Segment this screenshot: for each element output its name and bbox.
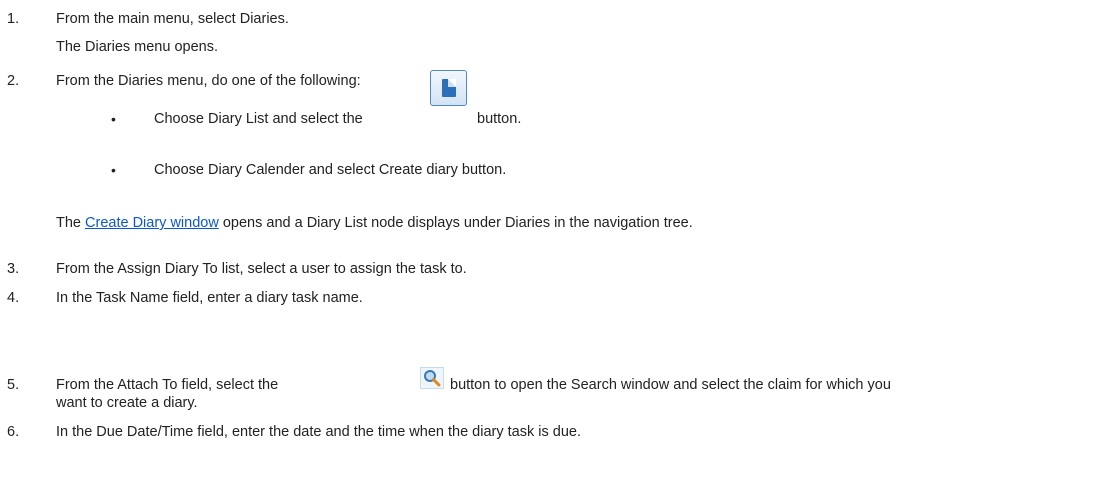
step-2-result-suffix: opens and a Diary List node displays und…	[222, 215, 693, 231]
option-1-text-after: button.	[477, 111, 522, 127]
step-5-number: 5.	[7, 377, 20, 393]
step-6-number: 6.	[7, 424, 20, 440]
step-4-number: 4.	[7, 290, 20, 306]
step-2-result: The Create Diary window opens and a Diar…	[56, 215, 693, 232]
step-2-text: From the Diaries menu, do one of the fol…	[56, 73, 361, 89]
step-2-number: 2.	[7, 73, 20, 89]
option-2-text: Choose Diary Calender and select Create …	[154, 162, 507, 178]
create-diary-window-link[interactable]: Create Diary window	[85, 215, 219, 231]
step-5-text: From the Attach To field, select the	[56, 377, 279, 393]
step-4-text: In the Task Name field, enter a diary ta…	[56, 290, 363, 306]
step-5-continuation: want to create a diary.	[56, 395, 198, 411]
step-3-text: From the Assign Diary To list, select a …	[56, 261, 467, 277]
bullet-2: •	[111, 162, 116, 178]
step-5-text-after: button to open the Search window and sel…	[450, 377, 891, 393]
document-page-shape	[442, 79, 456, 97]
step-1-text: From the main menu, select Diaries.	[56, 11, 289, 27]
step-1-number: 1.	[7, 11, 20, 27]
option-1-text: Choose Diary List and select the	[154, 111, 363, 127]
magnifier-search-icon	[420, 367, 444, 389]
new-document-icon	[430, 70, 467, 106]
step-3-number: 3.	[7, 261, 20, 277]
step-6-text: In the Due Date/Time field, enter the da…	[56, 424, 581, 440]
step-2-result-prefix: The	[56, 215, 81, 231]
step-1-result: The Diaries menu opens.	[56, 39, 218, 55]
bullet-1: •	[111, 111, 116, 127]
